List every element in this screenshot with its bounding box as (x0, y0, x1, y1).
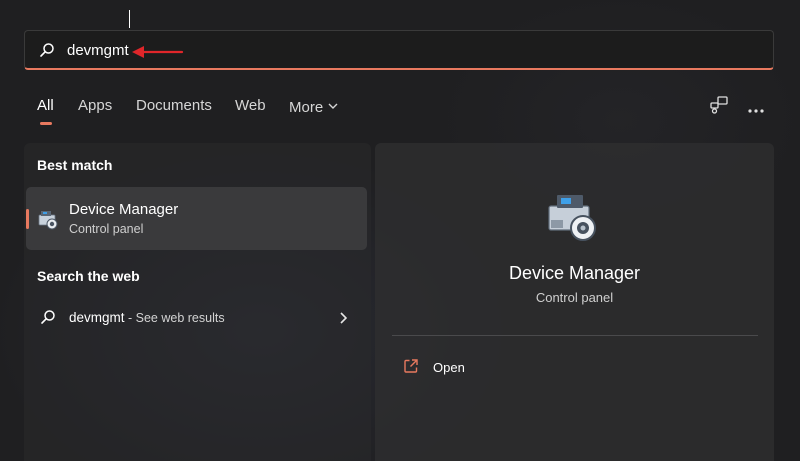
red-arrow-annotation (130, 43, 186, 68)
device-manager-icon (37, 209, 61, 236)
selection-accent (26, 209, 29, 229)
open-label: Open (433, 360, 465, 375)
active-tab-indicator (40, 122, 52, 125)
share-screen-icon[interactable] (710, 96, 728, 119)
text-caret (129, 10, 130, 28)
web-search-query: devmgmt (69, 310, 125, 325)
search-icon (39, 42, 55, 63)
best-match-title: Device Manager (69, 201, 179, 218)
web-search-label: devmgmt - See web results (69, 310, 225, 325)
open-button[interactable]: Open (392, 352, 758, 382)
best-match-result[interactable]: Device Manager Control panel (26, 187, 367, 250)
preview-title: Device Manager (508, 263, 641, 283)
preview-subtitle: Control panel (535, 290, 614, 305)
web-search-suffix: - See web results (124, 311, 225, 325)
best-match-subtitle: Control panel (69, 222, 144, 236)
search-web-heading: Search the web (37, 268, 140, 284)
tab-documents[interactable]: Documents (136, 97, 212, 114)
tab-more[interactable]: More (289, 97, 338, 116)
tab-web[interactable]: Web (235, 97, 266, 114)
best-match-heading: Best match (37, 157, 113, 173)
chevron-right-icon (339, 311, 348, 329)
web-search-result[interactable]: devmgmt - See web results (26, 301, 367, 335)
chevron-down-icon (328, 97, 338, 114)
tab-all[interactable]: All (37, 97, 54, 125)
more-options-icon[interactable] (748, 101, 764, 119)
open-external-icon (403, 358, 419, 379)
device-manager-icon (543, 192, 607, 249)
divider (392, 335, 758, 336)
tab-apps[interactable]: Apps (78, 97, 112, 114)
search-icon (40, 309, 56, 330)
